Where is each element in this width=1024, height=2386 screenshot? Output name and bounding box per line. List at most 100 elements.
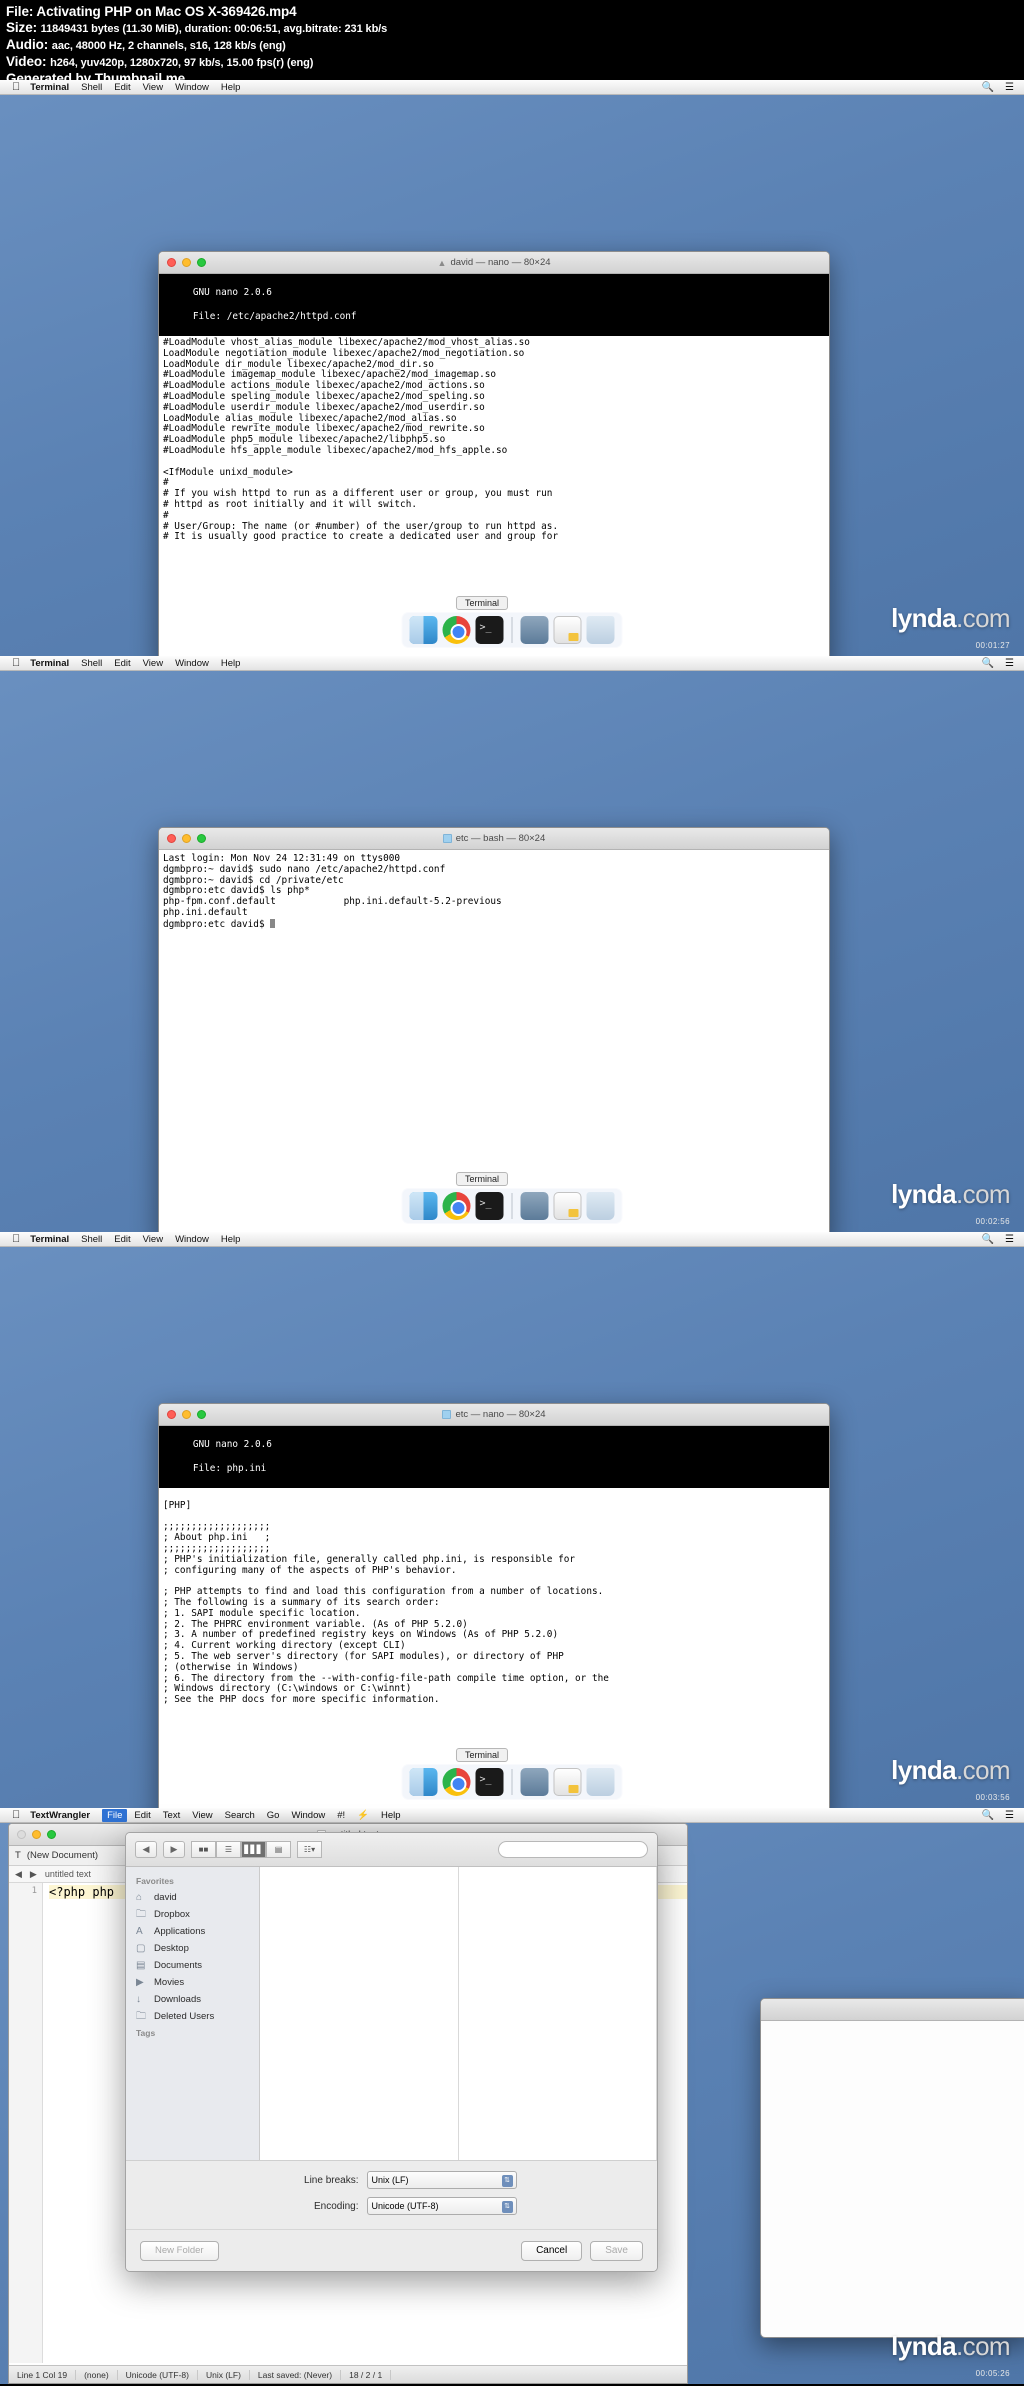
dock-icon-terminal[interactable] bbox=[475, 1192, 504, 1220]
coverflow-view-button[interactable]: ▤ bbox=[266, 1841, 291, 1858]
search-icon[interactable]: 🔍 bbox=[982, 1810, 994, 1821]
sidebar-item-downloads[interactable]: ↓ Downloads bbox=[126, 1991, 259, 2008]
menu-item-shell[interactable]: Shell bbox=[81, 82, 102, 93]
dock-icon-finder[interactable] bbox=[409, 616, 438, 644]
dock-icon-trash[interactable] bbox=[586, 616, 615, 644]
menu-item-go[interactable]: Go bbox=[267, 1810, 280, 1821]
view-mode-segments[interactable]: ■■ ☰ ▋▋▋ ▤ bbox=[191, 1841, 291, 1858]
menu-item-view[interactable]: View bbox=[143, 1234, 163, 1245]
menu-item-file[interactable]: File bbox=[102, 1808, 128, 1822]
encoding-select[interactable]: Unicode (UTF-8) ⇅ bbox=[366, 2197, 517, 2215]
window-titlebar[interactable] bbox=[761, 1999, 1024, 2021]
search-icon[interactable]: 🔍 bbox=[982, 1234, 994, 1245]
dock-icon-chrome[interactable] bbox=[442, 1192, 471, 1220]
text-tool-icon[interactable]: T bbox=[15, 1850, 21, 1861]
arrange-menu[interactable]: ☷▾ bbox=[297, 1841, 322, 1858]
zoom-button[interactable] bbox=[197, 1410, 206, 1419]
favorites-sidebar[interactable]: Favorites ⌂ david 🗀 Dropbox A Applications ▢ De… bbox=[126, 1867, 260, 2160]
menu-item-edit[interactable]: Edit bbox=[114, 658, 130, 669]
background-window[interactable] bbox=[760, 1998, 1024, 2338]
window-titlebar[interactable]: ▲ david — nano — 80×24 bbox=[159, 252, 829, 274]
menubar-terminal[interactable]:  Terminal Shell Edit View Window Help 🔍… bbox=[0, 1232, 1024, 1247]
menu-item-textwrangler[interactable]: TextWrangler bbox=[30, 1810, 90, 1821]
save-dialog[interactable]: ◀ ▶ ■■ ☰ ▋▋▋ ▤ ☷▾ Favorites ⌂ david 🗀 Dropb… bbox=[125, 1832, 658, 2272]
dock-icon-terminal[interactable] bbox=[475, 1768, 504, 1796]
search-input[interactable] bbox=[498, 1841, 648, 1858]
icon-view-button[interactable]: ■■ bbox=[191, 1841, 216, 1858]
zoom-button[interactable] bbox=[197, 258, 206, 267]
save-dialog-browser[interactable]: Favorites ⌂ david 🗀 Dropbox A Applications ▢ De… bbox=[126, 1867, 657, 2160]
favorites-list[interactable]: ⌂ david 🗀 Dropbox A Applications ▢ Desktop ▤ Docu… bbox=[126, 1889, 259, 2025]
menu-item-help[interactable]: Help bbox=[221, 82, 241, 93]
file-column-2[interactable] bbox=[459, 1867, 657, 2160]
close-button[interactable] bbox=[167, 258, 176, 267]
apple-menu-icon[interactable]:  bbox=[12, 1809, 20, 1821]
list-icon[interactable]: ☰ bbox=[1005, 1234, 1014, 1245]
sidebar-item-applications[interactable]: A Applications bbox=[126, 1923, 259, 1940]
chevron-updown-icon[interactable]: ⇅ bbox=[501, 2201, 513, 2213]
sidebar-item-movies[interactable]: ▶ Movies bbox=[126, 1974, 259, 1991]
close-button[interactable] bbox=[167, 1410, 176, 1419]
back-button[interactable]: ◀ bbox=[135, 1841, 157, 1858]
menu-item-edit[interactable]: Edit bbox=[114, 82, 130, 93]
menu-item-search[interactable]: Search bbox=[225, 1810, 255, 1821]
new-folder-button[interactable]: New Folder bbox=[140, 2240, 219, 2261]
cancel-button[interactable]: Cancel bbox=[521, 2240, 583, 2261]
forward-button[interactable]: ▶ bbox=[163, 1841, 185, 1858]
sidebar-item-dropbox[interactable]: 🗀 Dropbox bbox=[126, 1906, 259, 1923]
file-column-1[interactable] bbox=[260, 1867, 459, 2160]
menu-item-help[interactable]: Help bbox=[381, 1810, 401, 1821]
file-columns[interactable] bbox=[260, 1867, 657, 2160]
menu-item-view[interactable]: View bbox=[143, 658, 163, 669]
dock-icon-preferences[interactable] bbox=[520, 1768, 549, 1796]
dock-icon-document[interactable] bbox=[553, 1768, 582, 1796]
search-icon[interactable]: 🔍 bbox=[982, 82, 994, 93]
menu-item-view[interactable]: View bbox=[143, 82, 163, 93]
menu-item-window[interactable]: Window bbox=[175, 658, 209, 669]
window-titlebar[interactable]: etc — bash — 80×24 bbox=[159, 828, 829, 850]
menu-item-edit[interactable]: Edit bbox=[114, 1234, 130, 1245]
menu-item-shell[interactable]: Shell bbox=[81, 658, 102, 669]
dock-icon-document[interactable] bbox=[553, 1192, 582, 1220]
arrange-button[interactable]: ☷▾ bbox=[297, 1841, 322, 1858]
dock-icon-chrome[interactable] bbox=[442, 616, 471, 644]
menu-item-shebang[interactable]: #! bbox=[337, 1810, 345, 1821]
close-button[interactable] bbox=[167, 834, 176, 843]
menu-item-window[interactable]: Window bbox=[175, 82, 209, 93]
document-tab[interactable]: untitled text bbox=[45, 1869, 91, 1879]
menubar-terminal[interactable]:  Terminal Shell Edit View Window Help 🔍… bbox=[0, 656, 1024, 671]
window-controls[interactable] bbox=[167, 834, 206, 843]
window-controls[interactable] bbox=[167, 1410, 206, 1419]
column-view-button[interactable]: ▋▋▋ bbox=[241, 1841, 266, 1858]
close-button[interactable] bbox=[17, 1830, 26, 1839]
zoom-button[interactable] bbox=[47, 1830, 56, 1839]
dock-icon-preferences[interactable] bbox=[520, 1192, 549, 1220]
dock-icon-document[interactable] bbox=[553, 616, 582, 644]
linebreaks-row[interactable]: Line breaks: Unix (LF) ⇅ bbox=[142, 2171, 641, 2189]
sidebar-item-desktop[interactable]: ▢ Desktop bbox=[126, 1940, 259, 1957]
window-controls[interactable] bbox=[167, 258, 206, 267]
save-dialog-toolbar[interactable]: ◀ ▶ ■■ ☰ ▋▋▋ ▤ ☷▾ bbox=[126, 1833, 657, 1867]
dock-icon-finder[interactable] bbox=[409, 1768, 438, 1796]
menu-item-window[interactable]: Window bbox=[175, 1234, 209, 1245]
menu-item-window[interactable]: Window bbox=[291, 1810, 325, 1821]
menu-item-terminal[interactable]: Terminal bbox=[30, 82, 69, 93]
sidebar-item-documents[interactable]: ▤ Documents bbox=[126, 1957, 259, 1974]
dock-icon-finder[interactable] bbox=[409, 1192, 438, 1220]
menubar-terminal[interactable]:  Terminal Shell Edit View Window Help 🔍… bbox=[0, 80, 1024, 95]
chevron-updown-icon[interactable]: ⇅ bbox=[501, 2175, 513, 2187]
dock[interactable] bbox=[401, 612, 623, 648]
dock-icon-terminal[interactable] bbox=[475, 616, 504, 644]
dock-icon-chrome[interactable] bbox=[442, 1768, 471, 1796]
list-icon[interactable]: ☰ bbox=[1005, 82, 1014, 93]
save-button[interactable]: Save bbox=[590, 2240, 643, 2261]
menubar-textwrangler[interactable]:  TextWrangler File Edit Text View Searc… bbox=[0, 1808, 1024, 1823]
search-icon[interactable]: 🔍 bbox=[982, 658, 994, 669]
sidebar-item-deleted-users[interactable]: 🗀 Deleted Users bbox=[126, 2008, 259, 2025]
menu-item-help[interactable]: Help bbox=[221, 658, 241, 669]
encoding-row[interactable]: Encoding: Unicode (UTF-8) ⇅ bbox=[142, 2197, 641, 2215]
prev-arrow-icon[interactable]: ◀ bbox=[15, 1869, 22, 1880]
minimize-button[interactable] bbox=[182, 1410, 191, 1419]
menu-item-edit[interactable]: Edit bbox=[134, 1810, 150, 1821]
dock[interactable] bbox=[401, 1188, 623, 1224]
